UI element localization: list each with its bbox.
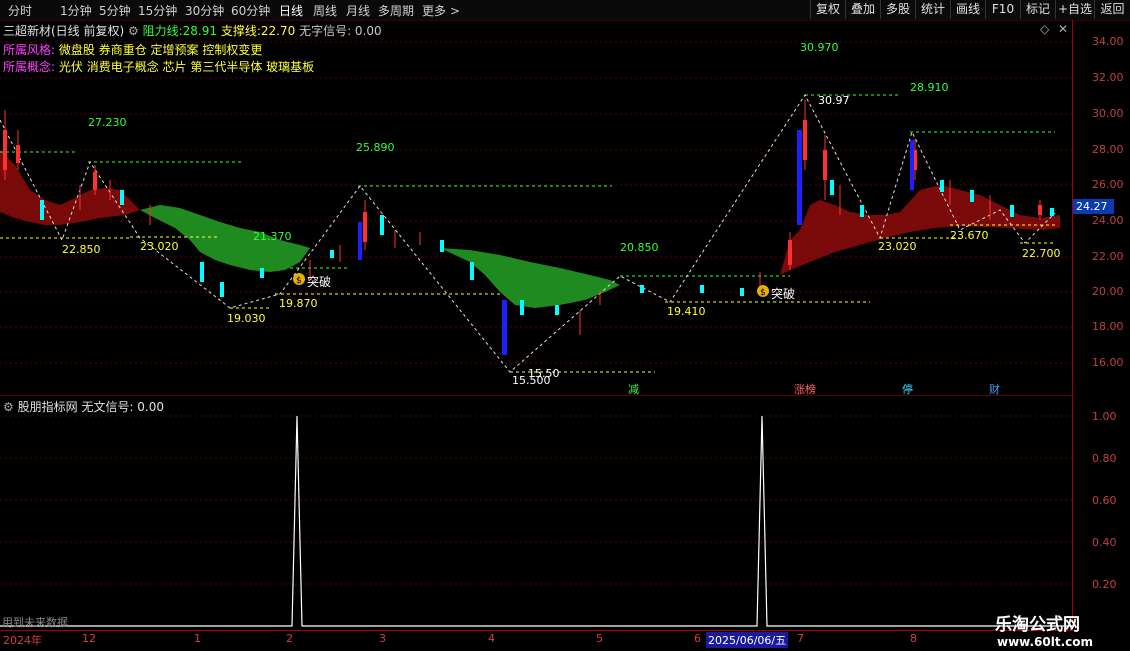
date-label: 8 bbox=[910, 632, 917, 645]
price-tick: 26.00 bbox=[1092, 178, 1124, 191]
support-label: 支撑线: bbox=[220, 24, 261, 38]
info-line: 三超新材(日线 前复权) ⚙ 阻力线:28.91 支撑线:22.70 无字信号:… bbox=[3, 22, 382, 39]
indicator-tick: 1.00 bbox=[1092, 410, 1117, 423]
close-icon[interactable]: ✕ bbox=[1058, 22, 1068, 36]
tab-60min[interactable]: 60分钟 bbox=[231, 2, 270, 19]
annotation-high: 27.230 bbox=[88, 116, 127, 129]
style-value: 微盘股 券商重仓 定增预案 控制权变更 bbox=[58, 43, 263, 57]
watermark-url: www.60lt.com bbox=[997, 635, 1094, 649]
annotation-high: 25.890 bbox=[356, 141, 395, 154]
f10-button[interactable]: F10 bbox=[985, 0, 1020, 19]
concept-value: 光伏 消费电子概念 芯片 第三代半导体 玻璃基板 bbox=[58, 60, 315, 74]
price-tick: 30.00 bbox=[1092, 107, 1124, 120]
date-label: 6 bbox=[694, 632, 701, 645]
date-label: 2024年 bbox=[3, 634, 42, 647]
price-tick: 24.00 bbox=[1092, 214, 1124, 227]
annotation-high: 30.970 bbox=[800, 41, 839, 54]
annotation-high: 21.370 bbox=[253, 230, 292, 243]
red-band-1 bbox=[0, 150, 140, 225]
back-button[interactable]: 返回 bbox=[1094, 0, 1130, 19]
indicator-chart bbox=[0, 415, 1073, 627]
annotation-low: 19.410 bbox=[667, 305, 706, 318]
period-toolbar: 分时 1分钟 5分钟 15分钟 30分钟 60分钟 日线 周线 月线 多周期 更… bbox=[0, 0, 1130, 21]
breakout-label: 突破 bbox=[307, 275, 332, 289]
annotation-low: 23.020 bbox=[878, 240, 917, 253]
tab-more[interactable]: 更多 > bbox=[422, 2, 460, 19]
tab-weekly[interactable]: 周线 bbox=[313, 2, 337, 19]
stats-button[interactable]: 统计 bbox=[915, 0, 950, 19]
add-watchlist-button[interactable]: +自选 bbox=[1055, 0, 1094, 19]
concept-line: 所属概念: 光伏 消费电子概念 芯片 第三代半导体 玻璃基板 bbox=[3, 58, 314, 75]
settings-icon[interactable]: ⚙ bbox=[128, 24, 139, 38]
annotation-low: 22.850 bbox=[62, 243, 101, 256]
date-label: 4 bbox=[488, 632, 495, 645]
date-label: 7 bbox=[797, 632, 804, 645]
price-tick: 32.00 bbox=[1092, 71, 1124, 84]
multi-stock-button[interactable]: 多股 bbox=[880, 0, 915, 19]
svg-text:$: $ bbox=[760, 288, 766, 298]
indicator-tick: 0.60 bbox=[1092, 494, 1117, 507]
tab-daily[interactable]: 日线 bbox=[279, 2, 303, 19]
tab-5min[interactable]: 5分钟 bbox=[99, 2, 131, 19]
kline-chart[interactable]: $ $ bbox=[0, 20, 1073, 395]
watermark: 乐淘公式网 www.60lt.com bbox=[995, 610, 1093, 649]
annotation-low: 19.030 bbox=[227, 312, 266, 325]
tab-1min[interactable]: 1分钟 bbox=[60, 2, 92, 19]
style-label: 所属风格: bbox=[3, 43, 56, 57]
annotation-low: 23.670 bbox=[950, 229, 989, 242]
price-tick: 22.00 bbox=[1092, 250, 1124, 263]
price-tick: 20.00 bbox=[1092, 285, 1124, 298]
indicator-tick: 0.40 bbox=[1092, 536, 1117, 549]
annotation-low: 15.50 bbox=[528, 367, 560, 380]
tab-30min[interactable]: 30分钟 bbox=[185, 2, 224, 19]
coin-icon: $ bbox=[293, 273, 305, 286]
annotation-low: 23.020 bbox=[140, 240, 179, 253]
tab-monthly[interactable]: 月线 bbox=[346, 2, 370, 19]
indicator-tick: 0.80 bbox=[1092, 452, 1117, 465]
diamond-icon[interactable]: ◇ bbox=[1040, 22, 1049, 36]
annotation-low: 19.870 bbox=[279, 297, 318, 310]
signal-text: 无字信号: 0.00 bbox=[299, 24, 382, 38]
svg-text:$: $ bbox=[296, 276, 302, 286]
tab-fenshi[interactable]: 分时 bbox=[8, 2, 32, 19]
date-label: 1 bbox=[194, 632, 201, 645]
tab-multi-period[interactable]: 多周期 bbox=[378, 2, 414, 19]
draw-button[interactable]: 画线 bbox=[950, 0, 985, 19]
date-label: 12 bbox=[82, 632, 96, 645]
annotation-high: 28.910 bbox=[910, 81, 949, 94]
future-data-note: 用到未来数据 bbox=[2, 616, 68, 629]
concept-label: 所属概念: bbox=[3, 60, 56, 74]
tab-15min[interactable]: 15分钟 bbox=[138, 2, 177, 19]
current-price-badge: 24.27 bbox=[1073, 199, 1114, 214]
resistance-value: 28.91 bbox=[182, 24, 218, 38]
annotation-low: 22.700 bbox=[1022, 247, 1061, 260]
indicator-tick: 0.20 bbox=[1092, 578, 1117, 591]
breakout-label: 突破 bbox=[771, 287, 796, 301]
resistance-label: 阻力线: bbox=[142, 24, 183, 38]
red-band-2 bbox=[780, 185, 1060, 275]
cursor-date: 2025/06/06/五 bbox=[706, 632, 789, 648]
mark-button[interactable]: 标记 bbox=[1020, 0, 1055, 19]
price-tick: 18.00 bbox=[1092, 320, 1124, 333]
support-value: 22.70 bbox=[260, 24, 296, 38]
price-tick: 16.00 bbox=[1092, 356, 1124, 369]
date-label: 2 bbox=[286, 632, 293, 645]
annotation-high: 30.97 bbox=[818, 94, 850, 107]
adjust-button[interactable]: 复权 bbox=[810, 0, 845, 19]
annotation-high: 20.850 bbox=[620, 241, 659, 254]
coin-icon: $ bbox=[757, 285, 769, 298]
stock-name[interactable]: 三超新材(日线 前复权) bbox=[3, 24, 124, 38]
price-tick: 34.00 bbox=[1092, 35, 1124, 48]
style-line: 所属风格: 微盘股 券商重仓 定增预案 控制权变更 bbox=[3, 41, 262, 58]
overlay-button[interactable]: 叠加 bbox=[845, 0, 880, 19]
watermark-title: 乐淘公式网 bbox=[995, 615, 1080, 635]
price-tick: 28.00 bbox=[1092, 143, 1124, 156]
date-label: 5 bbox=[596, 632, 603, 645]
date-label: 3 bbox=[379, 632, 386, 645]
